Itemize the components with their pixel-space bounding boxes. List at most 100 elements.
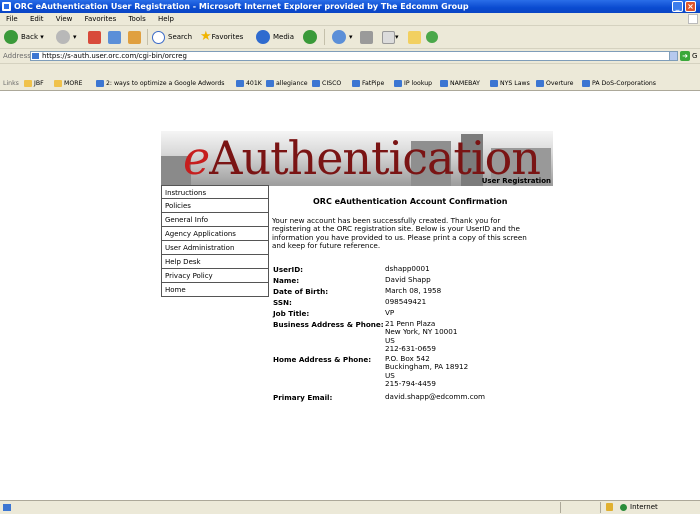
userid-value: dshapp0001 <box>385 264 430 273</box>
address-url: https://s-auth.user.orc.com/cgi-bin/orcr… <box>42 52 187 60</box>
star-icon: ★ <box>200 29 212 44</box>
messenger-button[interactable] <box>426 29 441 45</box>
links-label: Links <box>3 80 19 87</box>
link-nyslaws[interactable]: NYS Laws <box>490 78 530 90</box>
home-address-value: P.O. Box 542 Buckingham, PA 18912 US 215… <box>385 354 469 388</box>
search-button[interactable]: Search <box>152 29 192 45</box>
business-address-label: Business Address & Phone: <box>273 320 384 329</box>
menu-view[interactable]: View <box>56 15 73 23</box>
stop-button[interactable] <box>88 29 101 45</box>
folder-icon <box>24 79 32 87</box>
link-401k[interactable]: 401K <box>236 78 262 90</box>
userid-label: UserID: <box>273 265 304 274</box>
page-icon <box>32 53 39 59</box>
forward-arrow-icon <box>56 30 70 44</box>
menu-bar: File Edit View Favorites Tools Help <box>0 13 700 26</box>
back-button[interactable]: Back ▾ <box>4 29 44 45</box>
status-bar: Internet <box>0 500 700 514</box>
dob-value: March 08, 1958 <box>385 286 442 295</box>
links-bar: Links JBF MORE 2: ways to optimize a Goo… <box>0 78 700 91</box>
link-fatpipe[interactable]: FatPipe <box>352 78 384 90</box>
edit-button[interactable]: ▾ <box>382 29 399 45</box>
menu-help[interactable]: Help <box>158 15 174 23</box>
nav-general-info[interactable]: General Info <box>161 213 269 227</box>
business-address-value: 21 Penn Plaza New York, NY 10001 US 212-… <box>385 319 458 353</box>
link-namebay[interactable]: NAMEBAY <box>440 78 480 90</box>
name-value: David Shapp <box>385 275 431 284</box>
address-label: Address <box>3 52 31 60</box>
link-cisco[interactable]: CISCO <box>312 78 341 90</box>
ssn-label: SSN: <box>273 298 292 307</box>
nav-user-administration[interactable]: User Administration <box>161 241 269 255</box>
link-more[interactable]: MORE <box>54 78 82 90</box>
edit-icon <box>382 30 395 44</box>
minimize-button[interactable]: _ <box>672 1 683 12</box>
page-icon <box>236 79 244 87</box>
address-dropdown-icon[interactable] <box>669 51 678 61</box>
page-title: ORC eAuthentication Account Confirmation <box>313 197 508 206</box>
forward-button[interactable]: ▾ <box>56 29 77 45</box>
ssn-value: 098549421 <box>385 297 427 306</box>
favorites-button[interactable]: ★Favorites <box>200 29 243 45</box>
page-icon <box>536 79 544 87</box>
security-zone: Internet <box>630 503 658 511</box>
nav-home[interactable]: Home <box>161 283 269 297</box>
stop-icon <box>88 30 101 44</box>
print-button[interactable] <box>360 29 373 45</box>
discuss-button[interactable] <box>408 29 421 45</box>
nav-help-desk[interactable]: Help Desk <box>161 255 269 269</box>
nav-agency-applications[interactable]: Agency Applications <box>161 227 269 241</box>
search-label: Search <box>168 33 193 41</box>
windows-logo-icon <box>688 14 698 24</box>
link-allegiance[interactable]: allegiance <box>266 78 308 90</box>
home-icon <box>128 30 141 44</box>
menu-edit[interactable]: Edit <box>30 15 44 23</box>
mail-button[interactable]: ▾ <box>332 29 353 45</box>
go-arrow-icon[interactable]: ➜ <box>680 51 690 61</box>
media-button[interactable]: Media <box>256 29 294 45</box>
page-icon <box>582 79 590 87</box>
refresh-button[interactable] <box>108 29 121 45</box>
page-icon <box>96 79 104 87</box>
page-icon <box>266 79 274 87</box>
link-overture[interactable]: Overture <box>536 78 573 90</box>
home-address-label: Home Address & Phone: <box>273 355 372 364</box>
page-icon <box>352 79 360 87</box>
email-label: Primary Email: <box>273 393 333 402</box>
email-value: david.shapp@edcomm.com <box>385 392 486 401</box>
nav-instructions[interactable]: Instructions <box>161 185 269 199</box>
favorites-label: Favorites <box>211 33 244 41</box>
window-title-bar: ORC eAuthentication User Registration - … <box>0 0 700 13</box>
home-button[interactable] <box>128 29 141 45</box>
back-label: Back <box>21 33 38 41</box>
link-pados[interactable]: PA DoS-Corporations <box>582 78 656 90</box>
name-label: Name: <box>273 276 300 285</box>
dob-label: Date of Birth: <box>273 287 329 296</box>
menu-favorites[interactable]: Favorites <box>85 15 117 23</box>
address-field[interactable]: https://s-auth.user.orc.com/cgi-bin/orcr… <box>30 51 678 61</box>
folder-icon <box>54 79 62 87</box>
nav-privacy-policy[interactable]: Privacy Policy <box>161 269 269 283</box>
page-icon <box>490 79 498 87</box>
close-button[interactable]: × <box>685 1 696 12</box>
print-icon <box>360 30 373 44</box>
link-jbf[interactable]: JBF <box>24 78 44 90</box>
page-icon <box>440 79 448 87</box>
media-icon <box>256 30 270 44</box>
ie-icon <box>2 2 11 11</box>
nav-policies[interactable]: Policies <box>161 199 269 213</box>
go-button[interactable]: G <box>692 49 697 63</box>
link-adwords[interactable]: 2: ways to optimize a Google Adwords <box>96 78 225 90</box>
search-icon <box>152 30 165 44</box>
media-label: Media <box>273 33 295 41</box>
menu-tools[interactable]: Tools <box>128 15 145 23</box>
folder-icon <box>408 30 421 44</box>
mail-icon <box>332 30 346 44</box>
menu-file[interactable]: File <box>6 15 18 23</box>
window-title: ORC eAuthentication User Registration - … <box>14 2 469 11</box>
link-iplookup[interactable]: IP lookup <box>394 78 432 90</box>
history-button[interactable] <box>303 29 320 45</box>
toolbar-strip <box>0 64 700 78</box>
confirmation-message: Your new account has been successfully c… <box>272 216 527 250</box>
page-icon <box>394 79 402 87</box>
